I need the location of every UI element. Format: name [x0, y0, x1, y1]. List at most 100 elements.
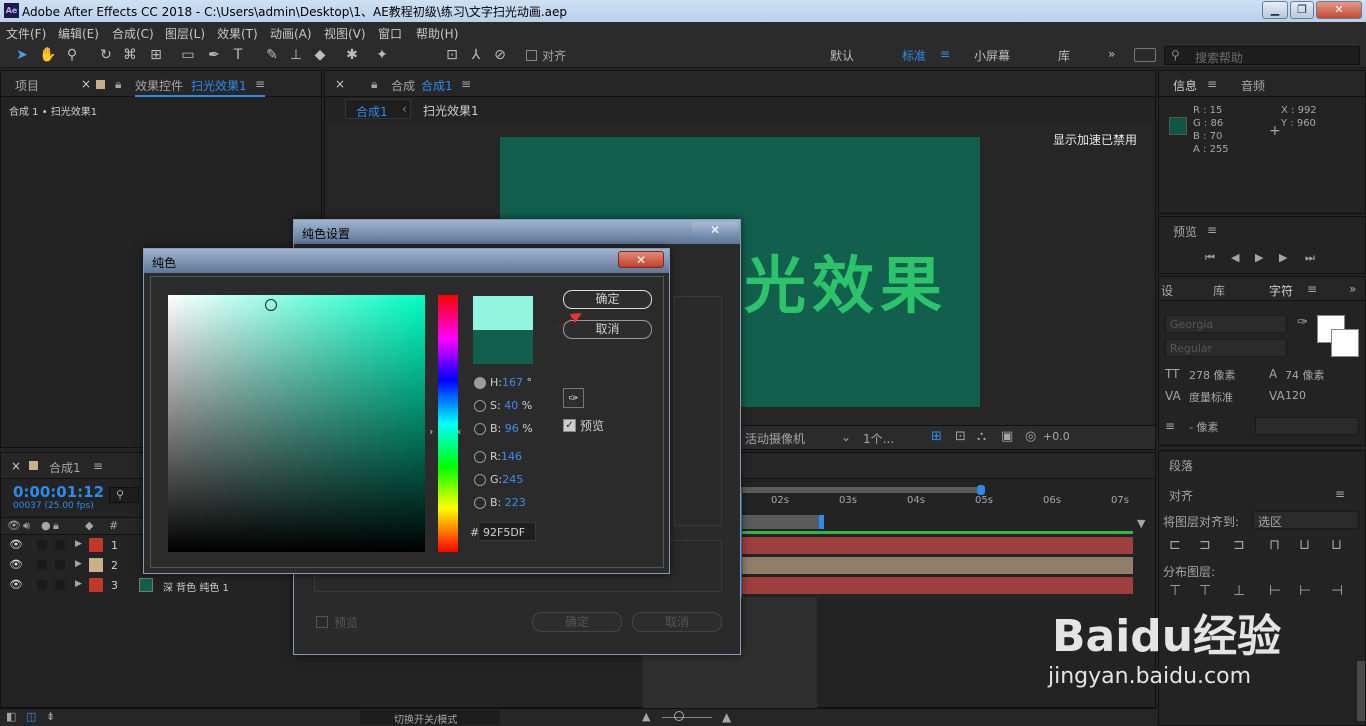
color-field-picker-circle[interactable] [265, 299, 277, 311]
hue-radio[interactable] [474, 377, 486, 389]
solo-toggle[interactable] [37, 540, 47, 550]
tab-composition[interactable]: 合成 [391, 77, 415, 94]
saturation-radio[interactable] [474, 400, 486, 412]
show-channel-icon[interactable]: ⛬ [977, 429, 986, 444]
layer-row[interactable]: 👁︎ ▶ 3 深 背色 纯色 1 [3, 577, 323, 595]
menu-effect[interactable]: 效果(T) [217, 25, 258, 42]
tracking-value[interactable]: 120 [1285, 389, 1306, 402]
view-axis-icon[interactable]: ⊘ [490, 45, 510, 65]
visibility-toggle-icon[interactable]: 👁︎ [9, 558, 23, 571]
solid-preview-checkbox[interactable] [316, 616, 328, 628]
visibility-toggle-icon[interactable]: 👁︎ [9, 538, 23, 551]
align-bottom-icon[interactable]: ⊔ [1331, 537, 1342, 553]
comp-text-layer[interactable]: 光效果 [744, 235, 948, 325]
render-range-handle[interactable] [819, 515, 824, 529]
brush-tool-icon[interactable]: ✎ [262, 45, 282, 65]
tab-timeline-comp[interactable]: 合成1 [49, 459, 81, 476]
panel-menu-icon[interactable]: ≡ [1207, 77, 1217, 91]
effect-controls-target[interactable]: 扫光效果1 [191, 77, 247, 94]
panel-menu-icon[interactable]: ≡ [93, 459, 103, 473]
minimize-button[interactable]: ▁ [1262, 1, 1288, 19]
distribute-vcenter-icon[interactable]: ⊤ [1199, 583, 1211, 599]
layer-duration-bar[interactable] [741, 577, 1133, 594]
puppet-tool-icon[interactable]: ✦ [372, 45, 392, 65]
distribute-right-icon[interactable]: ⊣ [1331, 583, 1343, 599]
close-tab-icon[interactable]: × [81, 77, 91, 91]
type-tool-icon[interactable]: T [228, 45, 248, 65]
transfer-controls-icon[interactable]: ◫ [26, 710, 36, 723]
rotate-tool-icon[interactable]: ↻ [96, 45, 116, 65]
expand-chevron-icon[interactable]: ▶ [75, 579, 82, 589]
camera-tool-icon[interactable]: ⌘ [120, 45, 140, 65]
lock-toggle[interactable] [55, 580, 65, 590]
expand-chevron-icon[interactable]: ▶ [75, 539, 82, 549]
blue-field[interactable]: B: 223 [490, 496, 526, 509]
roto-brush-tool-icon[interactable]: ✱ [342, 45, 362, 65]
menu-window[interactable]: 窗口 [378, 25, 402, 42]
render-time-icon[interactable]: ◧ [6, 710, 16, 723]
layer-label-color[interactable] [89, 578, 103, 592]
eraser-tool-icon[interactable]: ◆ [310, 45, 330, 65]
menu-layer[interactable]: 图层(L) [165, 25, 205, 42]
saturation-brightness-field[interactable] [168, 295, 425, 552]
zoom-tool-icon[interactable]: ⚲ [62, 45, 82, 65]
close-dialog-button[interactable]: ✕ [618, 251, 664, 268]
grid-icon[interactable]: ⊞ [931, 429, 942, 444]
camera-select[interactable]: 活动摄像机 [745, 430, 805, 447]
hue-slider-left-arrow-icon[interactable]: › [429, 425, 433, 438]
red-radio[interactable] [474, 451, 486, 463]
layer-label-color[interactable] [89, 558, 103, 572]
zoom-slider[interactable] [662, 717, 712, 718]
align-left-icon[interactable]: ⊏ [1169, 537, 1181, 553]
visibility-toggle-icon[interactable]: 👁︎ [9, 578, 23, 591]
menu-animation[interactable]: 动画(A) [270, 25, 312, 42]
tab-effect-controls[interactable]: 效果控件 [135, 77, 183, 94]
kerning-value[interactable]: 度量标准 [1189, 389, 1233, 405]
tab-project[interactable]: 项目 [15, 77, 39, 94]
search-help-input[interactable]: ⚲ 搜索帮助 [1164, 46, 1360, 65]
tab-info[interactable]: 信息 [1173, 77, 1197, 94]
distribute-top-icon[interactable]: ⊤ [1169, 583, 1181, 599]
stroke-type-select[interactable] [1255, 417, 1359, 435]
layer-label-color[interactable] [89, 538, 103, 552]
hand-tool-icon[interactable]: ✋ [38, 45, 58, 65]
leading-value[interactable]: 74 像素 [1285, 367, 1325, 383]
solo-toggle[interactable] [37, 580, 47, 590]
first-frame-icon[interactable]: ⏮ [1205, 251, 1215, 265]
zoom-in-icon[interactable]: ▲ [722, 710, 731, 724]
panel-menu-icon[interactable]: ≡ [1207, 223, 1217, 237]
region-icon[interactable]: ▣ [1001, 429, 1013, 444]
lock-toggle[interactable] [55, 540, 65, 550]
menu-view[interactable]: 视图(V) [324, 25, 366, 42]
menu-help[interactable]: 帮助(H) [416, 25, 458, 42]
color-ok-button[interactable]: 确定 [563, 290, 652, 309]
font-family-select[interactable]: Georgia [1165, 315, 1287, 333]
tab-settings[interactable]: 设 [1161, 282, 1173, 299]
green-radio[interactable] [474, 474, 486, 486]
tab-character[interactable]: 字符 [1269, 282, 1293, 299]
layer-duration-bar[interactable] [741, 557, 1133, 574]
stroke-width-value[interactable]: - 像素 [1189, 419, 1218, 435]
menu-edit[interactable]: 编辑(E) [58, 25, 99, 42]
align-hcenter-icon[interactable]: ⊐ [1199, 537, 1211, 553]
distribute-left-icon[interactable]: ⊢ [1269, 583, 1281, 599]
hue-field[interactable]: H:167 ° [490, 376, 532, 389]
tab-comp-name[interactable]: 合成1 [421, 77, 453, 94]
green-field[interactable]: G:245 [490, 473, 523, 486]
panel-menu-icon[interactable]: ≡ [461, 77, 471, 91]
comp-crumb-1[interactable]: 合成1 ‹ [345, 99, 411, 119]
workspace-menu-icon[interactable]: ≡ [940, 47, 950, 61]
camera-dropdown-icon[interactable]: ⌄ [841, 430, 851, 444]
distribute-hcenter-icon[interactable]: ⊢ [1299, 583, 1311, 599]
close-tab-icon[interactable]: × [335, 77, 345, 91]
workspace-standard[interactable]: 标准 [902, 47, 926, 64]
font-style-select[interactable]: Regular [1165, 339, 1287, 357]
timeline-search-input[interactable]: ⚲ [109, 487, 139, 503]
selection-tool-icon[interactable]: ➤ [12, 45, 32, 65]
maximize-button[interactable]: ❐ [1290, 1, 1314, 19]
layer-name[interactable]: 深 背色 纯色 1 [163, 579, 229, 594]
preview-checkbox[interactable]: ✓ [563, 419, 576, 432]
snap-checkbox[interactable] [526, 50, 537, 61]
solid-cancel-button[interactable]: 取消 [632, 612, 722, 632]
solo-toggle[interactable] [37, 560, 47, 570]
